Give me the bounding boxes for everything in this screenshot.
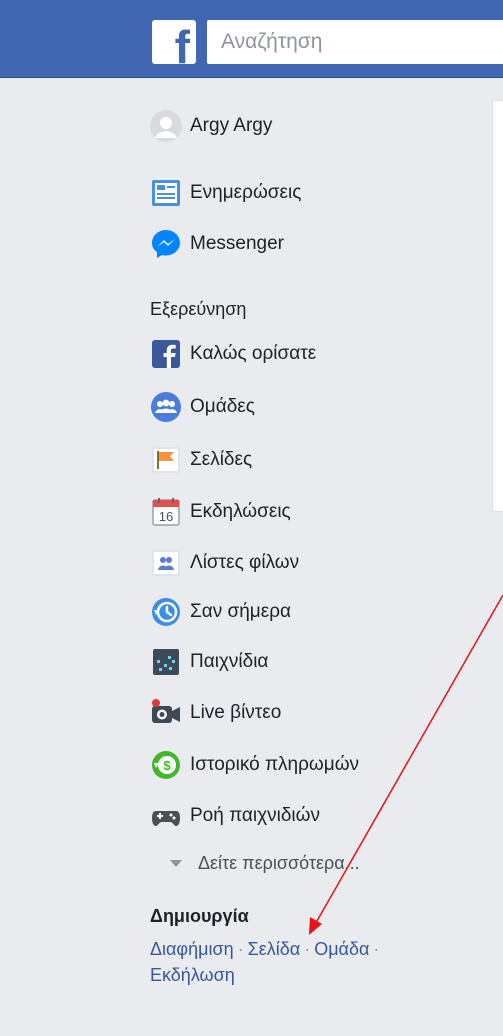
sidebar-item-label: Ενημερώσεις — [190, 182, 302, 203]
sidebar-item-welcome[interactable]: Καλώς ορίσατε — [150, 336, 316, 372]
calendar-icon: 16 — [150, 496, 182, 528]
chevron-down-icon — [170, 860, 182, 867]
sidebar-item-label: Σαν σήμερα — [190, 601, 292, 622]
create-section-title: Δημιουργία — [150, 906, 249, 926]
sidebar-item-pages[interactable]: Σελίδες — [150, 442, 252, 478]
sidebar-item-messenger[interactable]: Messenger — [150, 226, 284, 262]
news-feed-icon — [150, 177, 182, 209]
sidebar-item-label: Argy Argy — [190, 115, 273, 136]
see-more-label: Δείτε περισσότερα... — [198, 853, 360, 873]
friend-list-icon — [150, 547, 182, 579]
groups-icon — [150, 391, 182, 423]
history-clock-icon — [150, 596, 182, 628]
sidebar-item-games-feed[interactable]: Ροή παιχνιδιών — [150, 798, 320, 834]
games-icon — [150, 646, 182, 678]
sidebar-item-friend-lists[interactable]: Λίστες φίλων — [150, 545, 299, 581]
create-event-link[interactable]: Εκδήλωση — [150, 965, 235, 985]
separator: · — [304, 939, 311, 959]
sidebar-item-groups[interactable]: Ομάδες — [150, 389, 255, 425]
avatar — [150, 110, 182, 142]
sidebar-item-label: Εκδηλώσεις — [190, 501, 291, 522]
calendar-day: 16 — [159, 509, 173, 524]
live-video-camera-icon — [150, 697, 182, 729]
create-links: Διαφήμιση · Σελίδα · Ομάδα · Εκδήλωση — [150, 936, 470, 988]
sidebar-item-payment-history[interactable]: $ Ιστορικό πληρωμών — [150, 747, 359, 783]
explore-section-title: Εξερεύνηση — [150, 299, 247, 319]
sidebar-item-label: Ομάδες — [190, 396, 255, 417]
sidebar-item-on-this-day[interactable]: Σαν σήμερα — [150, 594, 291, 630]
sidebar-item-live-video[interactable]: Live βίντεο — [150, 695, 281, 731]
messenger-icon — [150, 228, 182, 260]
top-bar: f — [0, 0, 503, 78]
create-ad-link[interactable]: Διαφήμιση — [150, 939, 234, 959]
sidebar-item-label: Σελίδες — [190, 449, 253, 470]
flag-icon — [150, 444, 182, 476]
sidebar-item-label: Καλώς ορίσατε — [190, 343, 317, 364]
sidebar-item-label: Παιχνίδια — [190, 651, 269, 672]
sidebar-item-label: Live βίντεο — [190, 702, 282, 723]
sidebar-item-label: Ιστορικό πληρωμών — [190, 754, 360, 775]
sidebar-item-label: Λίστες φίλων — [190, 552, 300, 573]
sidebar-item-news-feed[interactable]: Ενημερώσεις — [150, 175, 301, 211]
content-panel-edge — [492, 100, 503, 512]
sidebar-item-events[interactable]: 16 Εκδηλώσεις — [150, 494, 291, 530]
facebook-logo-icon[interactable]: f — [152, 20, 196, 70]
facebook-icon — [150, 338, 182, 370]
payment-history-icon: $ — [150, 749, 182, 781]
game-controller-icon — [150, 800, 182, 832]
sidebar-item-label: Ροή παιχνιδιών — [190, 805, 320, 826]
svg-text:$: $ — [163, 758, 171, 773]
sidebar-item-games[interactable]: Παιχνίδια — [150, 644, 268, 680]
see-more-link[interactable]: Δείτε περισσότερα... — [170, 853, 360, 874]
sidebar-item-profile[interactable]: Argy Argy — [150, 108, 272, 144]
separator: · — [237, 939, 244, 959]
search-input[interactable] — [207, 20, 503, 64]
sidebar-item-label: Messenger — [190, 233, 284, 254]
separator: · — [373, 939, 380, 959]
create-group-link[interactable]: Ομάδα — [314, 939, 369, 959]
create-page-link[interactable]: Σελίδα — [248, 939, 301, 959]
